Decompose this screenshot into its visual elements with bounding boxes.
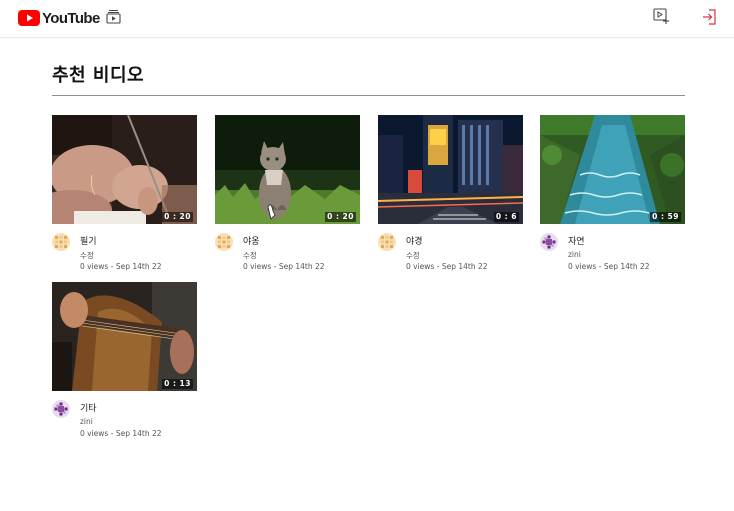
subscriptions-icon[interactable] <box>106 9 121 24</box>
view-count: 0 views <box>406 262 435 271</box>
video-thumbnail[interactable]: 0 : 6 <box>378 115 523 224</box>
video-stats: 0 views - Sep 14th 22 <box>243 262 325 271</box>
view-count: 0 views <box>80 429 109 438</box>
video-stats: 0 views - Sep 14th 22 <box>568 262 650 271</box>
recommended-section: 추천 비디오 <box>52 62 685 96</box>
video-title[interactable]: 필기 <box>80 234 97 247</box>
video-thumbnail[interactable]: 0 : 20 <box>52 115 197 224</box>
title-divider <box>52 95 685 96</box>
video-card[interactable]: 0 : 13 기타 zini 0 views - Sep 14th 22 <box>52 282 197 438</box>
video-title[interactable]: 야옹 <box>243 234 260 247</box>
video-thumbnail[interactable]: 0 : 59 <box>540 115 685 224</box>
video-card[interactable]: 0 : 20 필기 수정 0 views - Sep 14th 22 <box>52 115 197 271</box>
video-duration: 0 : 20 <box>325 212 356 222</box>
video-thumbnail[interactable]: 0 : 20 <box>215 115 360 224</box>
upload-date: Sep 14th 22 <box>115 262 162 271</box>
video-duration: 0 : 20 <box>162 212 193 222</box>
upload-date: Sep 14th 22 <box>278 262 325 271</box>
top-header: YouTube <box>0 0 734 38</box>
logo-text: YouTube <box>42 9 100 27</box>
video-card[interactable]: 0 : 20 야옹 수정 0 views - Sep 14th 22 <box>215 115 360 271</box>
video-title[interactable]: 야경 <box>406 234 423 247</box>
video-meta: 자연 zini 0 views - Sep 14th 22 <box>540 224 685 271</box>
channel-name[interactable]: 수정 <box>406 250 420 261</box>
video-duration: 0 : 13 <box>162 379 193 389</box>
video-title[interactable]: 자연 <box>568 234 585 247</box>
view-count: 0 views <box>80 262 109 271</box>
video-card[interactable]: 0 : 6 야경 수정 0 views - Sep 14th 22 <box>378 115 523 271</box>
logout-icon[interactable] <box>702 9 717 25</box>
video-card[interactable]: 0 : 59 자연 zini 0 views - Sep 14th 22 <box>540 115 685 271</box>
purple-pattern-avatar[interactable] <box>52 400 70 418</box>
channel-name[interactable]: zini <box>568 250 581 259</box>
upload-date: Sep 14th 22 <box>603 262 650 271</box>
yellow-pattern-avatar[interactable] <box>378 233 396 251</box>
video-stats: 0 views - Sep 14th 22 <box>80 262 162 271</box>
page-title: 추천 비디오 <box>52 65 145 86</box>
video-stats: 0 views - Sep 14th 22 <box>406 262 488 271</box>
video-duration: 0 : 59 <box>650 212 681 222</box>
upload-date: Sep 14th 22 <box>441 262 488 271</box>
view-count: 0 views <box>568 262 597 271</box>
youtube-logo[interactable]: YouTube <box>18 9 100 27</box>
channel-name[interactable]: 수정 <box>243 250 257 261</box>
upload-date: Sep 14th 22 <box>115 429 162 438</box>
channel-name[interactable]: 수정 <box>80 250 94 261</box>
yellow-pattern-avatar[interactable] <box>52 233 70 251</box>
video-title[interactable]: 기타 <box>80 401 97 414</box>
video-meta: 기타 zini 0 views - Sep 14th 22 <box>52 391 197 438</box>
video-stats: 0 views - Sep 14th 22 <box>80 429 162 438</box>
video-meta: 야옹 수정 0 views - Sep 14th 22 <box>215 224 360 271</box>
purple-pattern-avatar[interactable] <box>540 233 558 251</box>
video-thumbnail[interactable]: 0 : 13 <box>52 282 197 391</box>
video-upload-icon[interactable] <box>653 8 670 24</box>
channel-name[interactable]: zini <box>80 417 93 426</box>
yellow-pattern-avatar[interactable] <box>215 233 233 251</box>
video-meta: 필기 수정 0 views - Sep 14th 22 <box>52 224 197 271</box>
video-duration: 0 : 6 <box>493 212 519 222</box>
youtube-play-icon <box>18 10 40 26</box>
view-count: 0 views <box>243 262 272 271</box>
video-meta: 야경 수정 0 views - Sep 14th 22 <box>378 224 523 271</box>
